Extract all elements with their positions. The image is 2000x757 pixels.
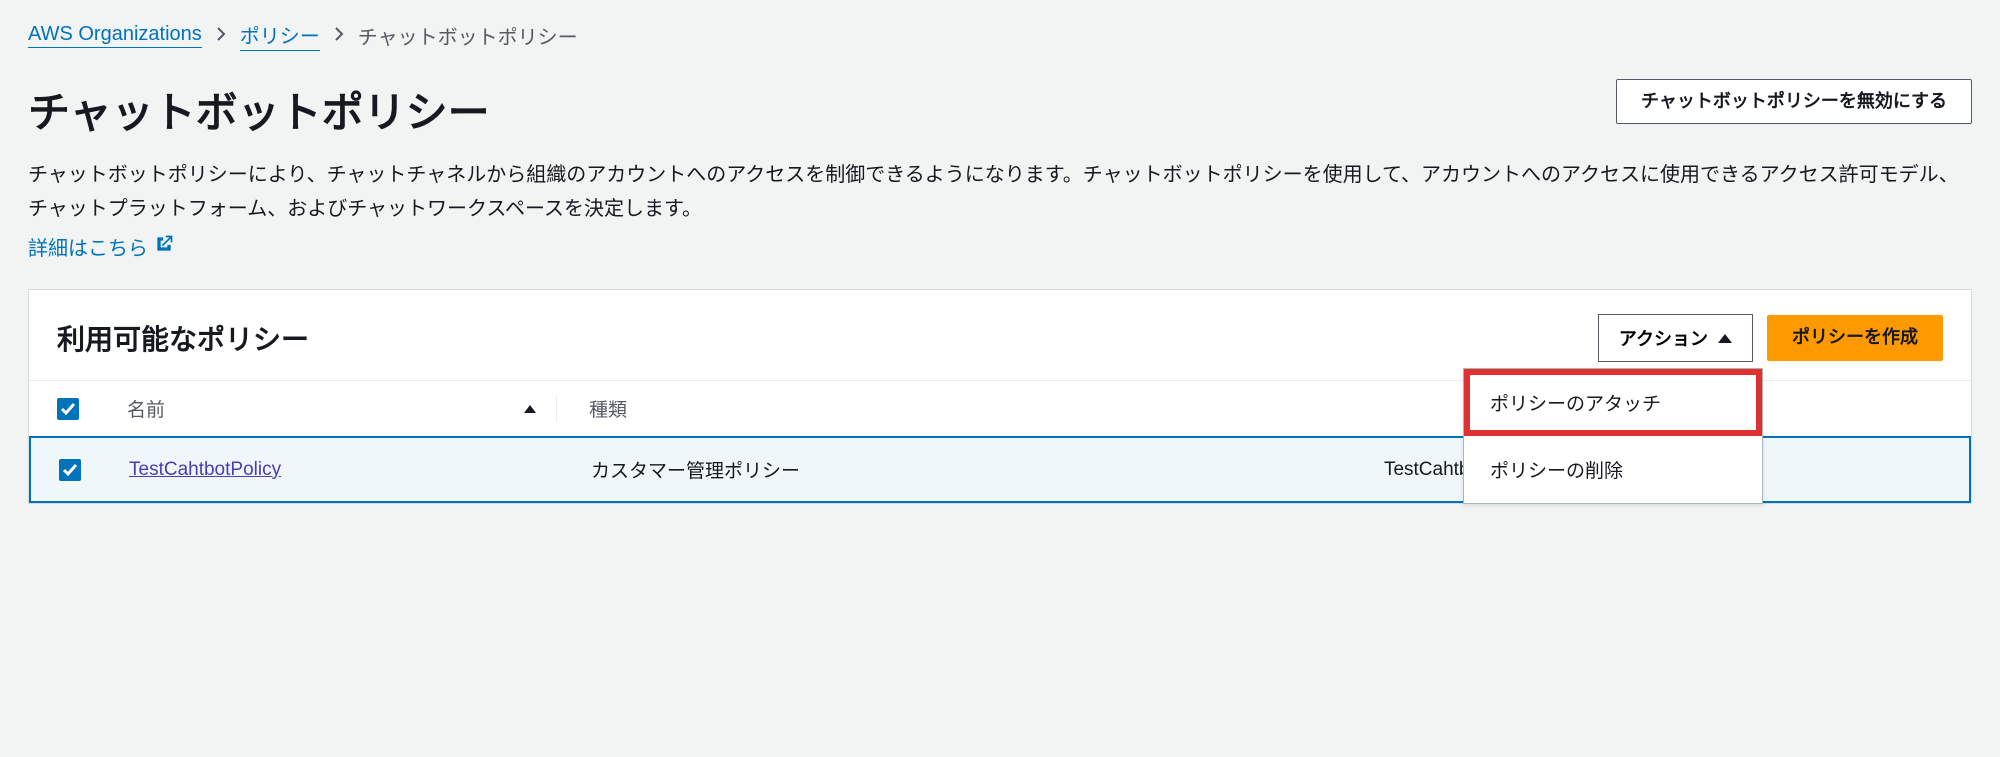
dropdown-attach-policy[interactable]: ポリシーのアタッチ [1464, 369, 1762, 436]
row-extra-cell: TestCahtbotPolicy [979, 459, 1941, 481]
column-type-label: 種類 [589, 395, 627, 422]
panel-title: 利用可能なポリシー [57, 318, 309, 358]
dropdown-delete-policy[interactable]: ポリシーの削除 [1464, 436, 1762, 503]
actions-dropdown-menu: ポリシーのアタッチ ポリシーの削除 [1463, 368, 1763, 504]
policy-name-link[interactable]: TestCahtbotPolicy [129, 459, 281, 481]
column-name-label: 名前 [127, 395, 165, 422]
page-header: チャットボットポリシー チャットボットポリシーを無効にする [28, 79, 1972, 140]
select-all-checkbox[interactable] [57, 398, 79, 420]
learn-more-label: 詳細はこちら [28, 232, 148, 261]
actions-dropdown-button[interactable]: アクション [1598, 314, 1753, 362]
sort-ascending-icon [524, 405, 536, 413]
chevron-right-icon [216, 24, 226, 47]
chevron-right-icon [334, 24, 344, 47]
row-type-cell: カスタマー管理ポリシー [559, 456, 979, 483]
panel-header: 利用可能なポリシー アクション ポリシーを作成 ポリシーのアタッチ ポリシーの削… [29, 290, 1971, 380]
panel-actions: アクション ポリシーを作成 ポリシーのアタッチ ポリシーの削除 [1598, 314, 1943, 362]
external-link-icon [154, 234, 174, 260]
column-header-name[interactable]: 名前 [127, 395, 557, 422]
create-policy-button[interactable]: ポリシーを作成 [1767, 315, 1943, 360]
breadcrumb-policies-link[interactable]: ポリシー [240, 20, 320, 51]
page-description: チャットボットポリシーにより、チャットチャネルから組織のアカウントへのアクセスを… [28, 158, 1972, 226]
page-title: チャットボットポリシー [28, 79, 490, 140]
row-checkbox[interactable] [59, 459, 81, 481]
learn-more-link[interactable]: 詳細はこちら [28, 232, 174, 261]
row-select-cell [59, 459, 129, 481]
column-header-type[interactable]: 種類 [557, 395, 977, 422]
available-policies-panel: 利用可能なポリシー アクション ポリシーを作成 ポリシーのアタッチ ポリシーの削… [28, 289, 1972, 504]
policy-type-text: カスタマー管理ポリシー [591, 456, 800, 483]
caret-up-icon [1718, 334, 1732, 343]
row-name-cell: TestCahtbotPolicy [129, 459, 559, 481]
breadcrumb-current: チャットボットポリシー [358, 21, 578, 50]
breadcrumb-root-link[interactable]: AWS Organizations [28, 23, 202, 48]
breadcrumb: AWS Organizations ポリシー チャットボットポリシー [28, 20, 1972, 51]
actions-label: アクション [1619, 325, 1708, 351]
disable-policy-button[interactable]: チャットボットポリシーを無効にする [1616, 79, 1972, 124]
select-all-cell [57, 398, 127, 420]
